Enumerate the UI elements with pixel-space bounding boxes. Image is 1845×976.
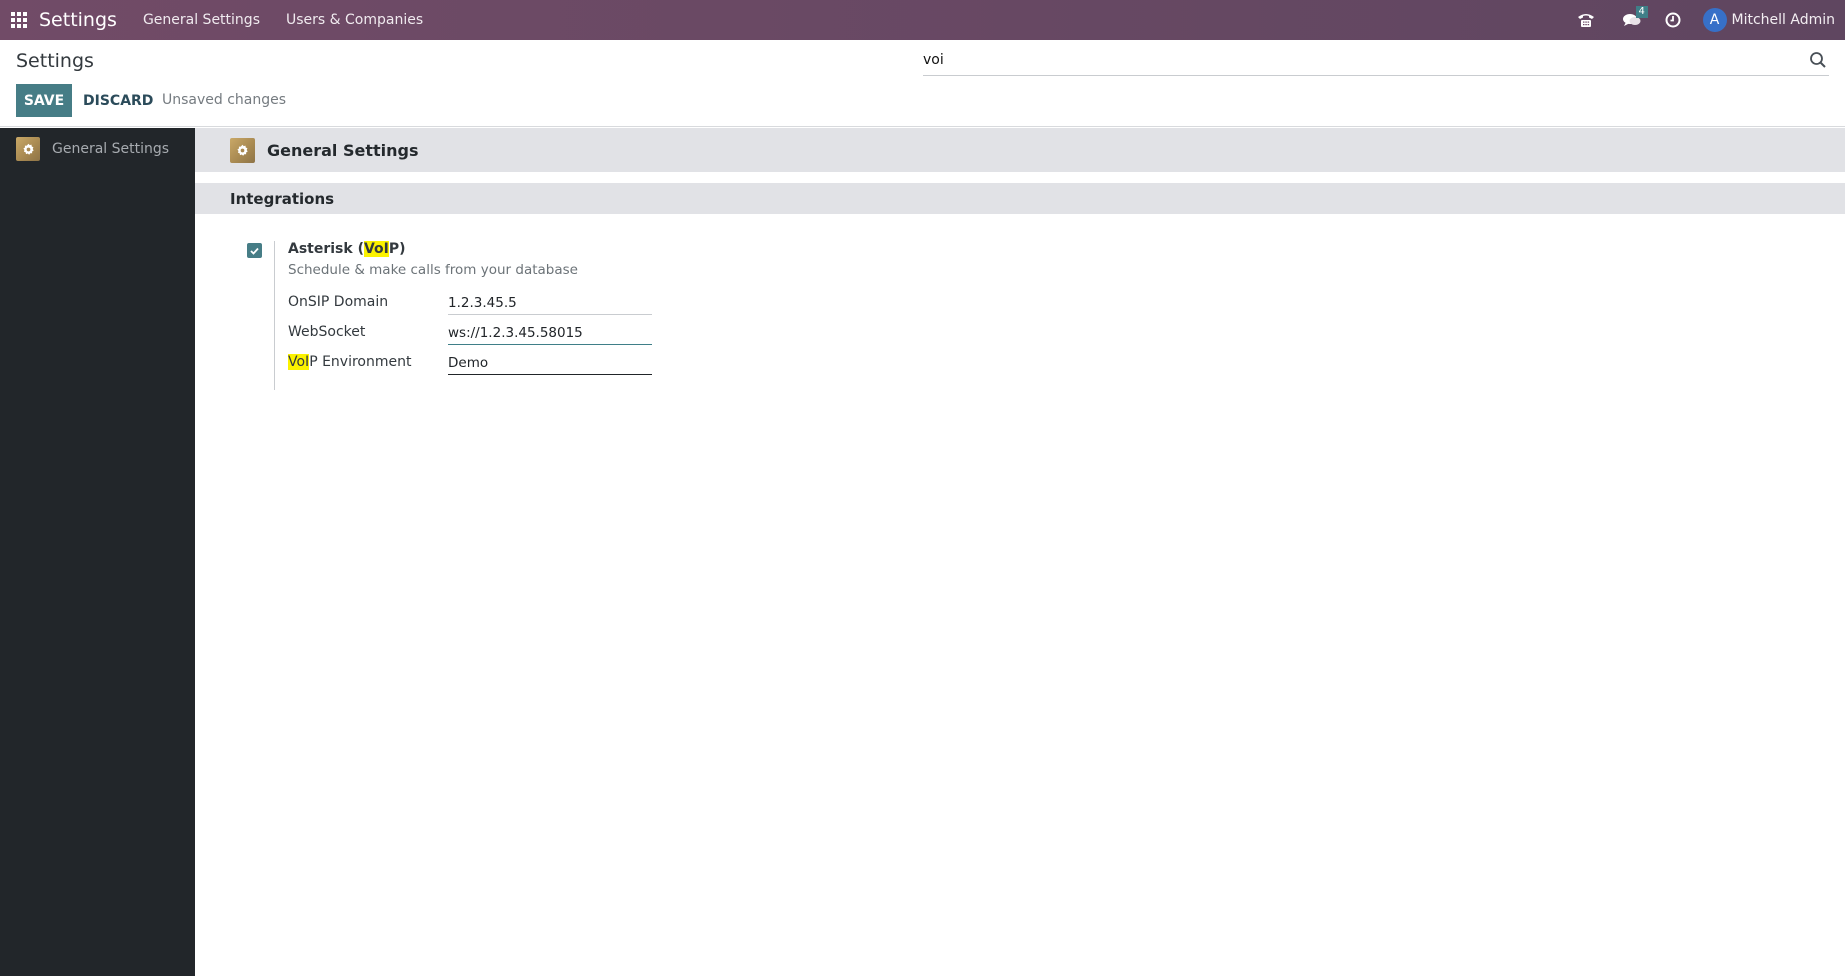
save-button[interactable]: SAVE <box>16 84 72 117</box>
app-header: General Settings <box>195 128 1845 172</box>
user-name: Mitchell Admin <box>1731 12 1836 28</box>
setting-body: Asterisk (VoIP) Schedule & make calls fr… <box>288 241 688 380</box>
setting-name-text: Asterisk ( <box>288 241 364 257</box>
search-highlight: VoI <box>363 241 389 257</box>
setting-name: Asterisk (VoIP) <box>288 241 688 257</box>
search-bar <box>923 44 1829 76</box>
field-label: VoIP Environment <box>288 350 448 370</box>
gear-icon <box>230 137 255 163</box>
user-menu[interactable]: A Mitchell Admin <box>1702 8 1845 32</box>
asterisk-voip-checkbox[interactable] <box>247 243 262 258</box>
settings-sidebar: General Settings <box>0 128 195 976</box>
app-title: General Settings <box>267 140 419 160</box>
top-navbar: Settings General Settings Users & Compan… <box>0 0 1845 40</box>
search-highlight: VoI <box>288 354 310 370</box>
discard-button[interactable]: DISCARD <box>83 84 153 117</box>
menu-general-settings[interactable]: General Settings <box>143 12 260 28</box>
navbar-systray: 4 A Mitchell Admin <box>1575 0 1845 40</box>
clock-icon[interactable] <box>1663 0 1683 40</box>
chat-badge: 4 <box>1635 6 1648 18</box>
settings-content: General Settings Integrations Asterisk (… <box>195 128 1845 976</box>
field-row-websocket: WebSocket <box>288 320 688 350</box>
phone-icon[interactable] <box>1575 0 1597 40</box>
avatar: A <box>1702 8 1727 32</box>
section-title: Integrations <box>230 189 335 208</box>
sidebar-item-general-settings[interactable]: General Settings <box>0 128 195 170</box>
setting-description: Schedule & make calls from your database <box>288 262 578 278</box>
field-row-voip-environment: VoIP Environment <box>288 350 688 380</box>
websocket-input[interactable] <box>448 320 652 345</box>
unsaved-changes-status: Unsaved changes <box>162 92 287 108</box>
app-brand[interactable]: Settings <box>39 9 117 31</box>
setting-fields: OnSIP Domain WebSocket VoIP Environment <box>288 290 688 380</box>
onsip-domain-input[interactable] <box>448 290 652 315</box>
control-panel: Settings SAVE DISCARD Unsaved changes <box>0 40 1845 127</box>
apps-grid-icon[interactable] <box>11 12 27 28</box>
field-row-onsip-domain: OnSIP Domain <box>288 290 688 320</box>
sidebar-item-label: General Settings <box>52 141 170 157</box>
menu-users-companies[interactable]: Users & Companies <box>286 12 423 28</box>
search-input[interactable] <box>923 45 1809 74</box>
field-label-text: P Environment <box>309 354 412 370</box>
voip-environment-select[interactable] <box>448 350 652 375</box>
setting-divider <box>274 241 275 390</box>
field-label: WebSocket <box>288 324 366 340</box>
field-label: OnSIP Domain <box>288 294 389 310</box>
page-title: Settings <box>16 50 94 72</box>
gear-icon <box>16 137 40 161</box>
setting-name-text: P) <box>388 241 406 257</box>
search-icon[interactable] <box>1809 51 1827 69</box>
chat-icon[interactable]: 4 <box>1619 0 1648 40</box>
check-icon <box>250 247 259 255</box>
section-header-integrations: Integrations <box>195 183 1845 214</box>
